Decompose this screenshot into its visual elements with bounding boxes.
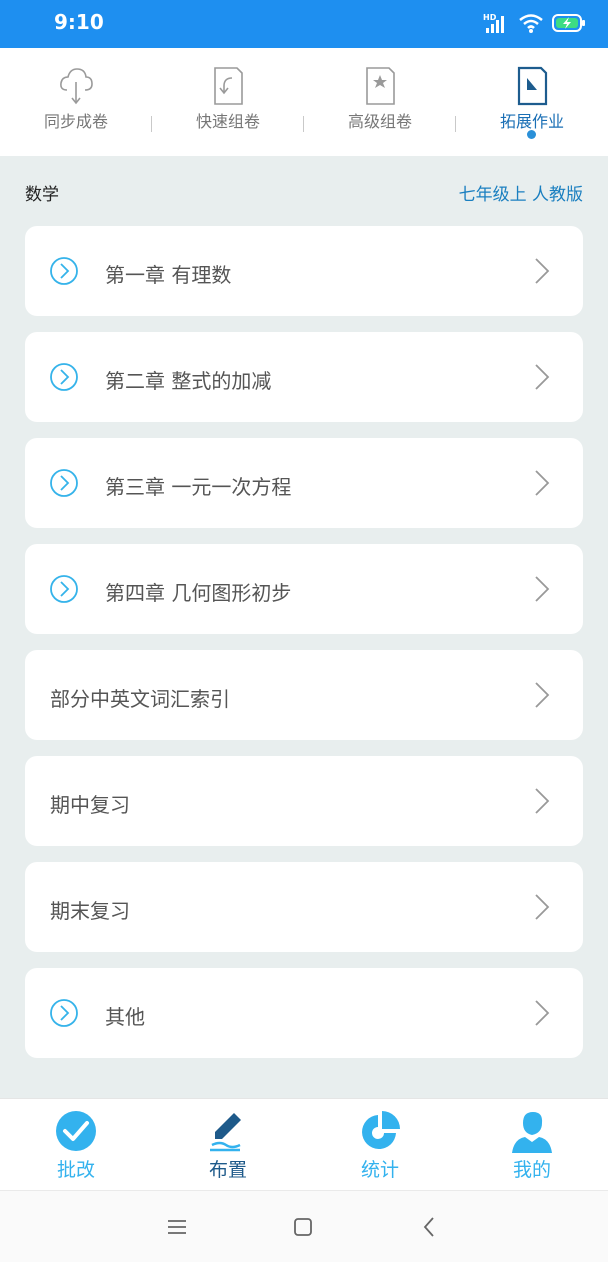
tab-extend-homework[interactable]: 拓展作业 (456, 48, 608, 156)
chevron-right-icon (535, 258, 550, 284)
network-label: HD (483, 13, 497, 22)
bottom-nav-bar: 批改 布置 统计 我的 (0, 1098, 608, 1190)
pie-chart-icon (362, 1111, 400, 1149)
expand-circle-icon (50, 257, 78, 285)
status-icons: HD (482, 12, 586, 34)
chevron-right-icon (535, 682, 550, 708)
cloud-download-icon (60, 68, 93, 105)
tab-separator (151, 116, 152, 132)
chapter-item[interactable]: 部分中英文词汇索引 (25, 650, 583, 740)
expand-circle-icon (50, 469, 78, 497)
chevron-right-icon (535, 788, 550, 814)
chapter-label: 部分中英文词汇索引 (50, 687, 230, 711)
status-time: 9:10 (54, 10, 104, 34)
star-paper-icon (366, 67, 395, 105)
chapter-item[interactable]: 其他 (25, 968, 583, 1058)
tab-quick-paper[interactable]: 快速组卷 (152, 48, 304, 156)
nav-label: 批改 (56, 1159, 95, 1181)
chapter-item[interactable]: 第一章 有理数 (25, 226, 583, 316)
tab-label: 快速组卷 (195, 112, 260, 131)
chevron-right-icon (535, 364, 550, 390)
status-bar: 9:10 HD (0, 0, 608, 48)
check-circle-icon (56, 1111, 96, 1151)
tab-label: 高级组卷 (347, 112, 412, 131)
chapter-label: 期中复习 (50, 793, 130, 817)
chapter-label: 其他 (105, 1005, 145, 1029)
chapter-label: 期末复习 (50, 899, 130, 923)
top-tab-bar: 同步成卷 快速组卷 高级组卷 拓展作业 (0, 48, 608, 156)
nav-assign[interactable]: 布置 (152, 1099, 304, 1191)
wifi-icon (519, 14, 543, 33)
back-icon[interactable] (416, 1213, 444, 1241)
expand-circle-icon (50, 363, 78, 391)
battery-icon (552, 14, 585, 32)
chapter-item[interactable]: 第四章 几何图形初步 (25, 544, 583, 634)
tab-separator (303, 116, 304, 132)
quick-paper-icon (214, 67, 243, 105)
user-icon (512, 1112, 552, 1153)
home-icon[interactable] (289, 1213, 317, 1241)
chapter-item[interactable]: 第三章 一元一次方程 (25, 438, 583, 528)
menu-icon[interactable] (163, 1213, 191, 1241)
chevron-right-icon (535, 1000, 550, 1026)
nav-label: 统计 (360, 1159, 399, 1181)
nav-statistics[interactable]: 统计 (304, 1099, 456, 1191)
chevron-right-icon (535, 470, 550, 496)
chapter-label: 第一章 有理数 (105, 263, 232, 287)
tab-sync-paper[interactable]: 同步成卷 (0, 48, 152, 156)
chapter-item[interactable]: 期中复习 (25, 756, 583, 846)
subject-title: 数学 (25, 185, 59, 205)
signal-icon: HD (483, 13, 504, 33)
expand-circle-icon (50, 999, 78, 1027)
tab-label: 拓展作业 (499, 112, 564, 131)
chapter-item[interactable]: 第二章 整式的加减 (25, 332, 583, 422)
grade-selector[interactable]: 七年级上 人教版 (459, 180, 583, 205)
nav-correct[interactable]: 批改 (0, 1099, 152, 1191)
nav-label: 布置 (208, 1159, 247, 1181)
tab-label: 同步成卷 (43, 112, 108, 131)
extend-homework-icon (517, 66, 548, 106)
expand-circle-icon (50, 575, 78, 603)
chapter-item[interactable]: 期末复习 (25, 862, 583, 952)
nav-label: 我的 (512, 1159, 551, 1181)
chapter-label: 第四章 几何图形初步 (105, 581, 292, 605)
nav-mine[interactable]: 我的 (456, 1099, 608, 1191)
active-tab-indicator (527, 130, 536, 139)
chapter-label: 第二章 整式的加减 (105, 369, 272, 393)
tab-separator (455, 116, 456, 132)
tab-advanced-paper[interactable]: 高级组卷 (304, 48, 456, 156)
chevron-right-icon (535, 894, 550, 920)
chapter-label: 第三章 一元一次方程 (105, 475, 292, 499)
chevron-right-icon (535, 576, 550, 602)
system-nav-bar (0, 1190, 608, 1262)
pen-icon (210, 1113, 241, 1152)
